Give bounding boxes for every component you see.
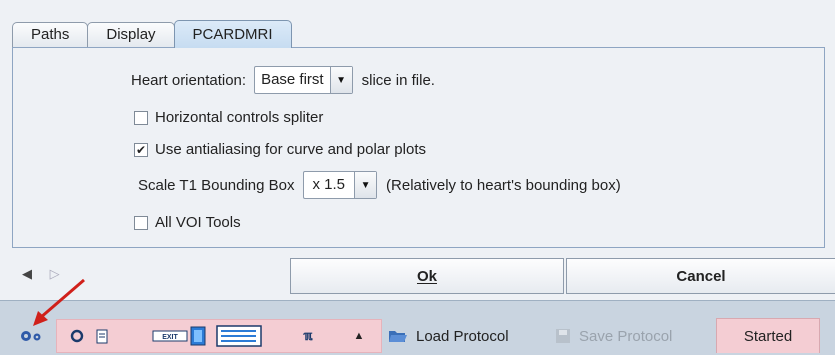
voi-tools-label: All VOI Tools [155, 214, 241, 231]
save-protocol-button[interactable]: Save Protocol [555, 319, 705, 353]
clipboard-button[interactable] [92, 319, 112, 353]
exit-button[interactable]: EXIT [150, 319, 210, 353]
horizontal-controls-label: Horizontal controls spliter [155, 109, 324, 126]
expand-up-icon[interactable]: ▲ [350, 319, 368, 353]
heart-orientation-select[interactable]: Base first ▼ [254, 66, 353, 94]
heart-orientation-label: Heart orientation: [131, 71, 247, 89]
tab-display[interactable]: Display [87, 22, 175, 48]
layout-button[interactable] [214, 319, 264, 353]
scale-select[interactable]: x 1.5 ▼ [302, 171, 378, 199]
tab-pcardmri[interactable]: PCARDMRI [173, 20, 292, 48]
voi-tools-checkbox[interactable] [134, 215, 148, 230]
horizontal-controls-checkbox[interactable] [134, 110, 148, 125]
circle-icon [70, 329, 84, 343]
scale-row: Scale T1 Bounding Box x 1.5 ▼ (Relativel… [138, 171, 621, 199]
tab-strip: Paths Display PCARDMRI [12, 20, 292, 48]
svg-text:EXIT: EXIT [162, 334, 178, 341]
ok-button[interactable]: Ok [290, 258, 564, 294]
voi-tools-row: All VOI Tools [134, 214, 241, 231]
exit-icon: EXIT [152, 326, 206, 346]
cancel-button[interactable]: Cancel [566, 258, 835, 294]
horizontal-controls-row: Horizontal controls spliter [134, 109, 323, 126]
started-tab[interactable]: Started [716, 318, 820, 353]
save-protocol-label: Save Protocol [579, 327, 673, 345]
settings-panel: Heart orientation: Base first ▼ slice in… [12, 47, 825, 248]
started-label: Started [743, 327, 793, 345]
antialiasing-label: Use antialiasing for curve and polar plo… [155, 141, 426, 158]
scale-suffix: (Relatively to heart's bounding box) [386, 176, 621, 194]
settings-gear-button[interactable] [16, 319, 48, 353]
scroll-nav: ◀ ▷ [22, 266, 74, 282]
clipboard-icon [96, 329, 108, 344]
heart-orientation-value: Base first [261, 71, 324, 88]
taskbar: EXIT ℼ ▲ Load Protocol Save Protocol [0, 300, 835, 355]
scale-label: Scale T1 Bounding Box [138, 176, 295, 194]
tab-paths[interactable]: Paths [12, 22, 89, 48]
pulse-icon[interactable]: ℼ [297, 319, 319, 353]
load-protocol-button[interactable]: Load Protocol [388, 319, 528, 353]
antialiasing-row: ✔ Use antialiasing for curve and polar p… [134, 141, 426, 158]
antialiasing-checkbox[interactable]: ✔ [134, 142, 148, 157]
voi-button[interactable] [68, 319, 86, 353]
scroll-right-icon[interactable]: ▷ [50, 266, 60, 281]
scroll-left-icon[interactable]: ◀ [22, 266, 32, 281]
gears-icon [21, 331, 41, 341]
ok-button-label: Ok [416, 267, 437, 285]
heart-orientation-suffix: slice in file. [361, 71, 435, 89]
folder-open-icon [389, 331, 407, 342]
scale-value: x 1.5 [312, 176, 346, 193]
save-icon [556, 329, 570, 343]
cancel-button-label: Cancel [676, 267, 726, 285]
load-protocol-label: Load Protocol [416, 327, 509, 345]
chevron-down-icon[interactable]: ▼ [329, 67, 352, 93]
layout-icon [216, 325, 262, 347]
heart-orientation-row: Heart orientation: Base first ▼ slice in… [131, 66, 435, 94]
chevron-down-icon[interactable]: ▼ [354, 172, 377, 198]
